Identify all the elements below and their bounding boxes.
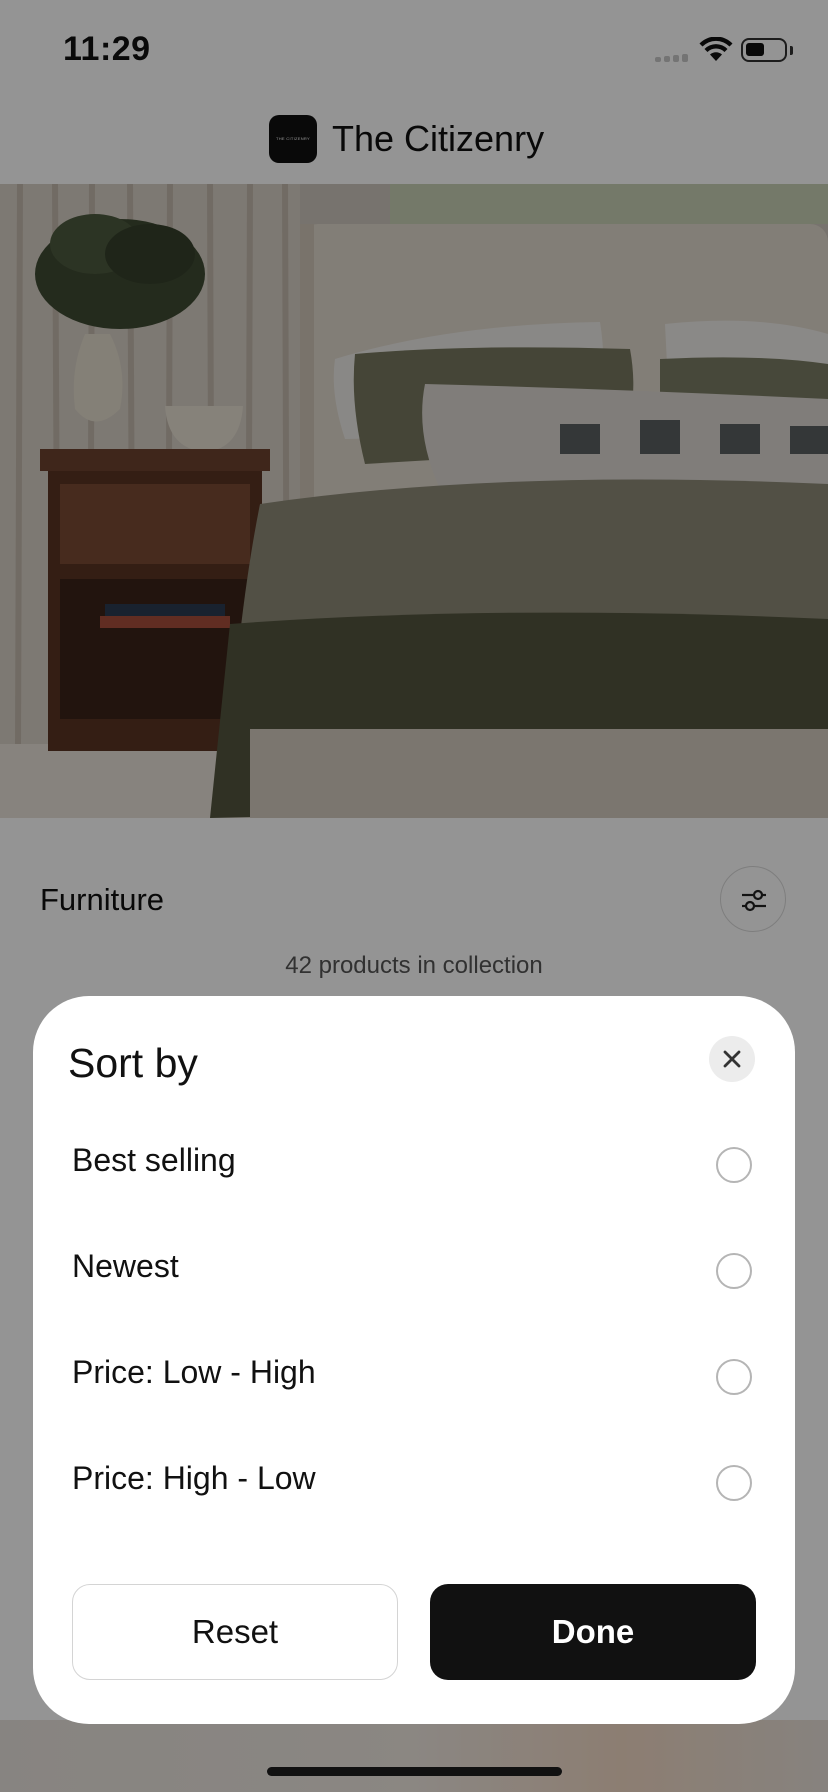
close-button[interactable] <box>709 1036 755 1082</box>
sort-option-label: Best selling <box>72 1142 236 1178</box>
sort-sheet-title: Sort by <box>68 1040 198 1086</box>
sort-option-price-high-low[interactable]: Price: High - Low <box>33 1432 795 1538</box>
sort-option-label: Price: High - Low <box>72 1460 316 1496</box>
radio-button[interactable] <box>716 1147 752 1183</box>
reset-button[interactable]: Reset <box>72 1584 398 1680</box>
sort-option-best-selling[interactable]: Best selling <box>33 1114 795 1220</box>
sort-option-label: Newest <box>72 1248 179 1284</box>
radio-button[interactable] <box>716 1359 752 1395</box>
sort-sheet: Sort by Best selling Newest Price: Low -… <box>33 996 795 1724</box>
radio-button[interactable] <box>716 1253 752 1289</box>
home-indicator[interactable] <box>267 1767 562 1776</box>
close-icon <box>723 1050 741 1068</box>
sort-option-price-low-high[interactable]: Price: Low - High <box>33 1326 795 1432</box>
sort-option-label: Price: Low - High <box>72 1354 316 1390</box>
radio-button[interactable] <box>716 1465 752 1501</box>
sort-option-newest[interactable]: Newest <box>33 1220 795 1326</box>
done-button[interactable]: Done <box>430 1584 756 1680</box>
collection-screen: 11:29 THE CITIZENRY The Citizenry Furnit… <box>0 0 828 1792</box>
